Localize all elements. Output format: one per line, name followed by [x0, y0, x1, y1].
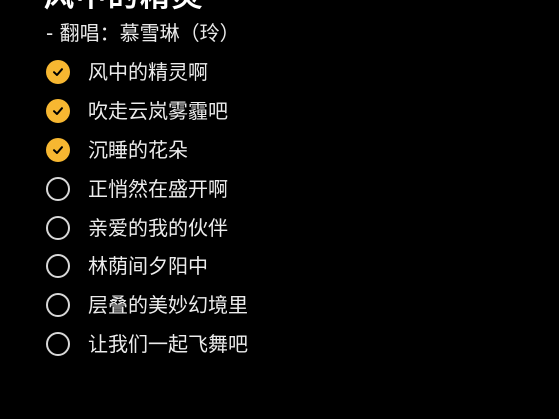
page-title: 风中的精灵	[44, 0, 344, 12]
list-item-label: 吹走云岚雾霾吧	[88, 99, 228, 124]
empty-circle-icon[interactable]	[46, 254, 70, 279]
empty-circle-icon[interactable]	[46, 176, 70, 201]
list-item-label: 风中的精灵啊	[88, 60, 208, 85]
list-item-label: 林荫间夕阳中	[88, 254, 208, 279]
checklist: 风中的精灵啊 吹走云岚雾霾吧 沉睡的花朵 正悄然在盛开啊 亲爱的我的伙伴 林荫间…	[46, 53, 546, 363]
list-item[interactable]: 正悄然在盛开啊	[46, 169, 546, 208]
list-item[interactable]: 吹走云岚雾霾吧	[46, 92, 546, 131]
list-item[interactable]: 亲爱的我的伙伴	[46, 208, 546, 247]
list-item[interactable]: 沉睡的花朵	[46, 131, 546, 170]
checkmark-circle-icon[interactable]	[46, 60, 70, 85]
page-subtitle: - 翻唱：慕雪琳（玲）	[46, 21, 240, 45]
list-item-label: 正悄然在盛开啊	[88, 176, 228, 201]
empty-circle-icon[interactable]	[46, 215, 70, 240]
list-item-label: 让我们一起飞舞吧	[88, 331, 248, 356]
list-item-label: 沉睡的花朵	[88, 137, 188, 162]
list-item[interactable]: 风中的精灵啊	[46, 53, 546, 92]
list-item[interactable]: 林荫间夕阳中	[46, 247, 546, 286]
list-item[interactable]: 让我们一起飞舞吧	[46, 325, 546, 364]
checkmark-circle-icon[interactable]	[46, 99, 70, 124]
empty-circle-icon[interactable]	[46, 293, 70, 318]
empty-circle-icon[interactable]	[46, 331, 70, 356]
list-item-label: 亲爱的我的伙伴	[88, 215, 228, 240]
list-item[interactable]: 层叠的美妙幻境里	[46, 286, 546, 325]
checkmark-circle-icon[interactable]	[46, 137, 70, 162]
list-item-label: 层叠的美妙幻境里	[88, 293, 248, 318]
